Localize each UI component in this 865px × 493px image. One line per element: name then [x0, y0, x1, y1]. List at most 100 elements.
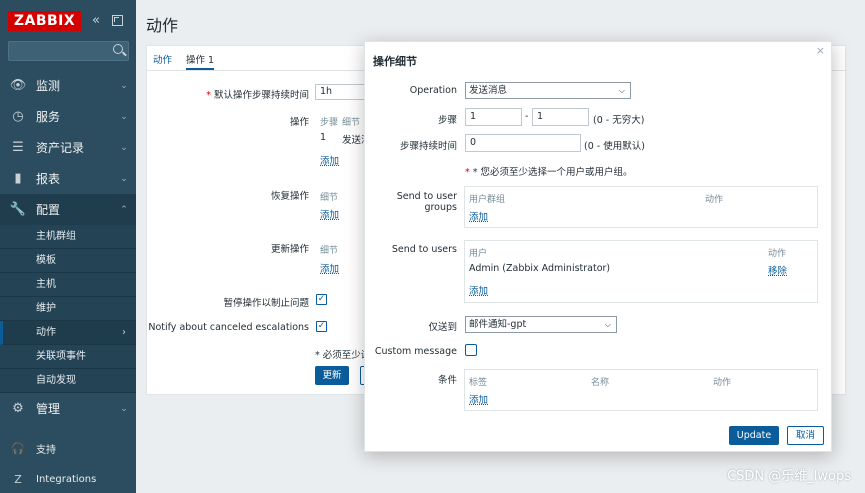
add-operation-link[interactable]: 添加 — [320, 153, 339, 167]
submenu-item-actions[interactable]: 动作 › — [0, 321, 136, 345]
kiosk-mode-icon[interactable] — [112, 15, 123, 26]
custom-message-label: Custom message — [374, 346, 457, 357]
sidebar-search-input[interactable] — [8, 41, 129, 61]
step-to-input[interactable]: 1 — [532, 108, 589, 126]
sidebar-item-label: 管理 — [36, 402, 61, 416]
form-tabs: 动作 操作 1 — [153, 52, 215, 70]
sidebar-item-label: 配置 — [36, 203, 61, 217]
user-groups-action-header: 动作 — [705, 195, 724, 205]
required-asterisk: * — [465, 167, 473, 178]
sidebar-item-configuration[interactable]: 🔧 配置 ⌃ — [0, 194, 136, 225]
page-title: 动作 — [146, 16, 179, 35]
conditions-label-header: 标签 — [469, 378, 488, 388]
clock-icon: ◷ — [12, 109, 24, 124]
configuration-submenu: 主机群组 模板 主机 维护 动作 › 关联项事件 自动发现 — [0, 225, 136, 393]
submenu-item-host-groups[interactable]: 主机群组 — [0, 225, 136, 249]
send-only-to-label: 仅送到 — [428, 322, 457, 333]
dialog-update-button[interactable]: Update — [729, 426, 779, 445]
submenu-item-event-correlation[interactable]: 关联项事件 — [0, 345, 136, 369]
watermark: CSDN @乐维_lwops — [727, 469, 851, 484]
bar-chart-icon: ▮ — [14, 171, 22, 186]
sidebar: ZABBIX « 👁 监测 ⌄ ◷ 服务 ⌄ ☰ 资产记录 ⌄ ▮ 报表 ⌄ 🔧… — [0, 0, 136, 493]
users-action-header: 动作 — [768, 249, 787, 259]
sidebar-header: ZABBIX « — [8, 11, 130, 31]
step-range-dash: - — [525, 111, 529, 122]
chevron-down-icon: ⌄ — [120, 403, 128, 414]
search-icon[interactable] — [113, 44, 123, 54]
send-only-to-value: 邮件通知-gpt — [469, 319, 527, 330]
update-button[interactable]: 更新 — [315, 366, 349, 385]
sidebar-item-administration[interactable]: ⚙ 管理 ⌄ — [0, 393, 136, 424]
notify-canceled-label: Notify about canceled escalations — [148, 322, 309, 333]
sidebar-item-reports[interactable]: ▮ 报表 ⌄ — [0, 163, 136, 194]
operations-row-step: 1 — [320, 132, 327, 143]
submenu-item-label: 动作 — [36, 327, 56, 338]
sidebar-item-label: 支持 — [36, 444, 56, 456]
send-only-to-select[interactable]: 邮件通知-gpt ⌵ — [465, 316, 617, 333]
zabbix-logo[interactable]: ZABBIX — [8, 11, 81, 31]
operations-details-header: 细节 — [342, 118, 361, 128]
users-user-header: 用户 — [469, 249, 488, 259]
user-groups-table: 用户群组 动作 添加 — [464, 186, 818, 228]
conditions-label: 条件 — [437, 375, 457, 386]
close-icon[interactable]: × — [816, 44, 825, 57]
pause-operations-label: 暂停操作以制止问题 — [223, 298, 309, 309]
tab-operations[interactable]: 操作 1 — [186, 52, 215, 70]
operations-label: 操作 — [289, 117, 309, 128]
sidebar-item-inventory[interactable]: ☰ 资产记录 ⌄ — [0, 132, 136, 163]
sidebar-item-integrations[interactable]: Z Integrations — [0, 467, 136, 491]
sidebar-item-services[interactable]: ◷ 服务 ⌄ — [0, 101, 136, 132]
pause-operations-checkbox[interactable]: ✓ — [316, 294, 327, 305]
add-user-link[interactable]: 添加 — [469, 283, 488, 297]
user-required-warning-text: * 您必须至少选择一个用户或用户组。 — [472, 167, 633, 178]
notify-canceled-checkbox[interactable]: ✓ — [316, 321, 327, 332]
add-user-group-link[interactable]: 添加 — [469, 209, 488, 223]
chevron-down-icon: ⌄ — [120, 142, 128, 153]
add-condition-link[interactable]: 添加 — [469, 392, 488, 406]
sidebar-item-label: Integrations — [36, 473, 97, 485]
operation-select[interactable]: 发送消息 ⌵ — [465, 82, 631, 99]
submenu-item-templates[interactable]: 模板 — [0, 249, 136, 273]
sidebar-item-label: 报表 — [36, 172, 61, 186]
add-update-operation-link[interactable]: 添加 — [320, 261, 339, 275]
operation-select-value: 发送消息 — [469, 85, 508, 96]
add-recovery-operation-link[interactable]: 添加 — [320, 207, 339, 221]
dialog-title: 操作细节 — [373, 55, 417, 68]
z-icon: Z — [14, 472, 22, 486]
step-duration-input[interactable]: 0 — [465, 134, 581, 152]
default-duration-label: * 默认操作步骤持续时间 — [206, 90, 309, 101]
submenu-item-hosts[interactable]: 主机 — [0, 273, 136, 297]
sidebar-item-label: 监测 — [36, 79, 61, 93]
required-note: * 必须至少设 — [315, 347, 370, 361]
user-required-warning: * * 您必须至少选择一个用户或用户组。 — [465, 164, 633, 178]
conditions-action-header: 动作 — [713, 378, 732, 388]
chevron-down-icon: ⌄ — [120, 111, 128, 122]
default-duration-input[interactable]: 1h — [315, 84, 365, 100]
sidebar-item-monitoring[interactable]: 👁 监测 ⌄ — [0, 70, 136, 101]
tab-action[interactable]: 动作 — [153, 52, 172, 70]
custom-message-checkbox[interactable] — [465, 344, 477, 356]
user-groups-group-header: 用户群组 — [469, 195, 506, 205]
send-to-user-groups-label: Send to user groups — [396, 191, 457, 213]
update-details-header: 细节 — [320, 246, 339, 256]
recovery-operations-label: 恢复操作 — [270, 191, 309, 202]
dialog-cancel-button[interactable]: 取消 — [787, 426, 824, 445]
default-duration-label-text: 默认操作步骤持续时间 — [213, 90, 309, 101]
sidebar-item-support[interactable]: 🎧 支持 — [0, 436, 136, 460]
eye-icon: 👁 — [9, 78, 27, 93]
step-duration-label: 步骤持续时间 — [399, 141, 457, 152]
step-from-input[interactable]: 1 — [465, 108, 522, 126]
operation-details-dialog: 操作细节 × Operation 发送消息 ⌵ 步骤 1 - 1 (0 - 无穷… — [364, 41, 832, 452]
submenu-item-maintenance[interactable]: 维护 — [0, 297, 136, 321]
conditions-table: 标签 名称 动作 添加 — [464, 369, 818, 411]
wrench-icon: 🔧 — [9, 202, 27, 217]
required-note-text: * 必须至少设 — [315, 350, 371, 361]
operation-label: Operation — [409, 85, 457, 96]
remove-user-link[interactable]: 移除 — [768, 263, 787, 277]
update-operations-label: 更新操作 — [270, 244, 309, 255]
chevron-down-icon: ⌄ — [120, 173, 128, 184]
submenu-item-discovery[interactable]: 自动发现 — [0, 369, 136, 393]
list-icon: ☰ — [12, 140, 24, 155]
double-chevron-left-icon[interactable]: « — [92, 13, 100, 28]
chevron-down-icon: ⌵ — [618, 86, 625, 95]
